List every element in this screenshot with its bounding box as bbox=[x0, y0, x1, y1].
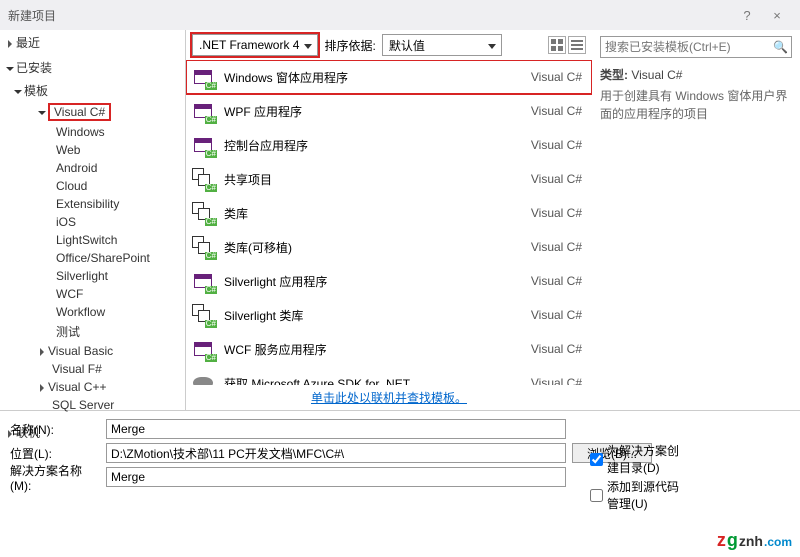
template-icon: C# bbox=[192, 372, 214, 385]
watermark: zgznh.com bbox=[717, 530, 792, 551]
template-lang: Visual C# bbox=[531, 376, 582, 385]
solution-label: 解决方案名称(M): bbox=[10, 462, 100, 493]
template-row[interactable]: C# Silverlight 类库 Visual C# bbox=[186, 298, 592, 332]
name-input[interactable] bbox=[106, 419, 566, 439]
template-row[interactable]: C# 控制台应用程序 Visual C# bbox=[186, 128, 592, 162]
template-lang: Visual C# bbox=[531, 206, 582, 220]
tree-silverlight[interactable]: Silverlight bbox=[0, 267, 181, 285]
template-icon: C# bbox=[192, 202, 214, 224]
name-label: 名称(N): bbox=[10, 421, 100, 438]
type-description: 用于创建具有 Windows 窗体用户界面的应用程序的项目 bbox=[600, 87, 792, 123]
template-icon: C# bbox=[192, 168, 214, 190]
online-templates-link[interactable]: 单击此处以联机并查找模板。 bbox=[311, 391, 467, 405]
template-name: WPF 应用程序 bbox=[224, 103, 521, 120]
right-panel: 🔍 类型: Visual C# 用于创建具有 Windows 窗体用户界面的应用… bbox=[592, 30, 800, 410]
template-icon: C# bbox=[192, 66, 214, 88]
tree-extensibility[interactable]: Extensibility bbox=[0, 195, 181, 213]
template-lang: Visual C# bbox=[531, 240, 582, 254]
solution-input[interactable] bbox=[106, 467, 566, 487]
titlebar: 新建项目 ? × bbox=[0, 0, 800, 30]
tree-ios[interactable]: iOS bbox=[0, 213, 181, 231]
nav-recent[interactable]: 最近 bbox=[0, 30, 181, 55]
template-name: 获取 Microsoft Azure SDK for .NET bbox=[224, 375, 521, 386]
help-button[interactable]: ? bbox=[732, 8, 762, 23]
type-line: 类型: Visual C# bbox=[600, 66, 792, 83]
template-icon: C# bbox=[192, 338, 214, 360]
template-name: 类库(可移植) bbox=[224, 239, 521, 256]
tree-office[interactable]: Office/SharePoint bbox=[0, 249, 181, 267]
template-row[interactable]: C# Windows 窗体应用程序 Visual C# bbox=[186, 60, 592, 94]
tree-visual-csharp[interactable]: Visual C# bbox=[0, 101, 181, 123]
bottom-form: 名称(N): 位置(L): 浏览(B)... 解决方案名称(M): 为解决方案创… bbox=[0, 410, 800, 495]
template-lang: Visual C# bbox=[531, 172, 582, 186]
template-name: 类库 bbox=[224, 205, 521, 222]
tree-templates[interactable]: 模板 bbox=[0, 80, 181, 101]
cb-create-dir[interactable]: 为解决方案创建目录(D) bbox=[590, 442, 680, 476]
view-large-icon[interactable] bbox=[548, 36, 566, 54]
location-input[interactable] bbox=[106, 443, 566, 463]
close-button[interactable]: × bbox=[762, 8, 792, 23]
template-list: C# Windows 窗体应用程序 Visual C# C# WPF 应用程序 Visua… bbox=[186, 60, 592, 385]
cb-source-control[interactable]: 添加到源代码管理(U) bbox=[590, 478, 680, 512]
template-lang: Visual C# bbox=[531, 138, 582, 152]
template-icon: C# bbox=[192, 304, 214, 326]
template-icon: C# bbox=[192, 236, 214, 258]
tree-cloud[interactable]: Cloud bbox=[0, 177, 181, 195]
template-lang: Visual C# bbox=[531, 104, 582, 118]
template-row[interactable]: C# 类库(可移植) Visual C# bbox=[186, 230, 592, 264]
sort-label: 排序依据: bbox=[324, 37, 375, 54]
sort-combo[interactable]: 默认值 bbox=[382, 34, 502, 56]
location-label: 位置(L): bbox=[10, 445, 100, 462]
tree-fsharp[interactable]: Visual F# bbox=[0, 360, 181, 378]
template-row[interactable]: C# WPF 应用程序 Visual C# bbox=[186, 94, 592, 128]
template-lang: Visual C# bbox=[531, 308, 582, 322]
window-title: 新建项目 bbox=[8, 7, 56, 24]
template-row[interactable]: C# WCF 服务应用程序 Visual C# bbox=[186, 332, 592, 366]
template-lang: Visual C# bbox=[531, 342, 582, 356]
template-icon: C# bbox=[192, 100, 214, 122]
template-lang: Visual C# bbox=[531, 274, 582, 288]
tree-vb[interactable]: Visual Basic bbox=[0, 342, 181, 360]
tree-sqlserver[interactable]: SQL Server bbox=[0, 396, 181, 414]
tree-vcpp[interactable]: Visual C++ bbox=[0, 378, 181, 396]
search-icon[interactable]: 🔍 bbox=[773, 40, 787, 54]
search-input[interactable] bbox=[605, 40, 773, 54]
template-name: 控制台应用程序 bbox=[224, 137, 521, 154]
tree-test[interactable]: 测试 bbox=[0, 321, 181, 342]
template-lang: Visual C# bbox=[531, 70, 582, 84]
template-name: 共享项目 bbox=[224, 171, 521, 188]
template-row[interactable]: C# 获取 Microsoft Azure SDK for .NET Visual … bbox=[186, 366, 592, 385]
tree-lightswitch[interactable]: LightSwitch bbox=[0, 231, 181, 249]
tree-android[interactable]: Android bbox=[0, 159, 181, 177]
template-row[interactable]: C# Silverlight 应用程序 Visual C# bbox=[186, 264, 592, 298]
template-name: Silverlight 类库 bbox=[224, 307, 521, 324]
center-panel: .NET Framework 4 排序依据: 默认值 C# Windows 窗体应… bbox=[185, 30, 592, 410]
framework-combo[interactable]: .NET Framework 4 bbox=[192, 34, 318, 56]
left-nav: 最近 已安装 模板 Visual C# Windows Web Android … bbox=[0, 30, 185, 410]
template-name: Silverlight 应用程序 bbox=[224, 273, 521, 290]
tree-web[interactable]: Web bbox=[0, 141, 181, 159]
tree-workflow[interactable]: Workflow bbox=[0, 303, 181, 321]
tree-windows[interactable]: Windows bbox=[0, 123, 181, 141]
template-row[interactable]: C# 共享项目 Visual C# bbox=[186, 162, 592, 196]
search-box[interactable]: 🔍 bbox=[600, 36, 792, 58]
template-icon: C# bbox=[192, 134, 214, 156]
tree-wcf[interactable]: WCF bbox=[0, 285, 181, 303]
template-name: Windows 窗体应用程序 bbox=[224, 69, 521, 86]
template-name: WCF 服务应用程序 bbox=[224, 341, 521, 358]
template-row[interactable]: C# 类库 Visual C# bbox=[186, 196, 592, 230]
list-footer: 单击此处以联机并查找模板。 bbox=[186, 385, 592, 410]
nav-installed[interactable]: 已安装 bbox=[0, 55, 181, 80]
view-list-icon[interactable] bbox=[568, 36, 586, 54]
template-icon: C# bbox=[192, 270, 214, 292]
